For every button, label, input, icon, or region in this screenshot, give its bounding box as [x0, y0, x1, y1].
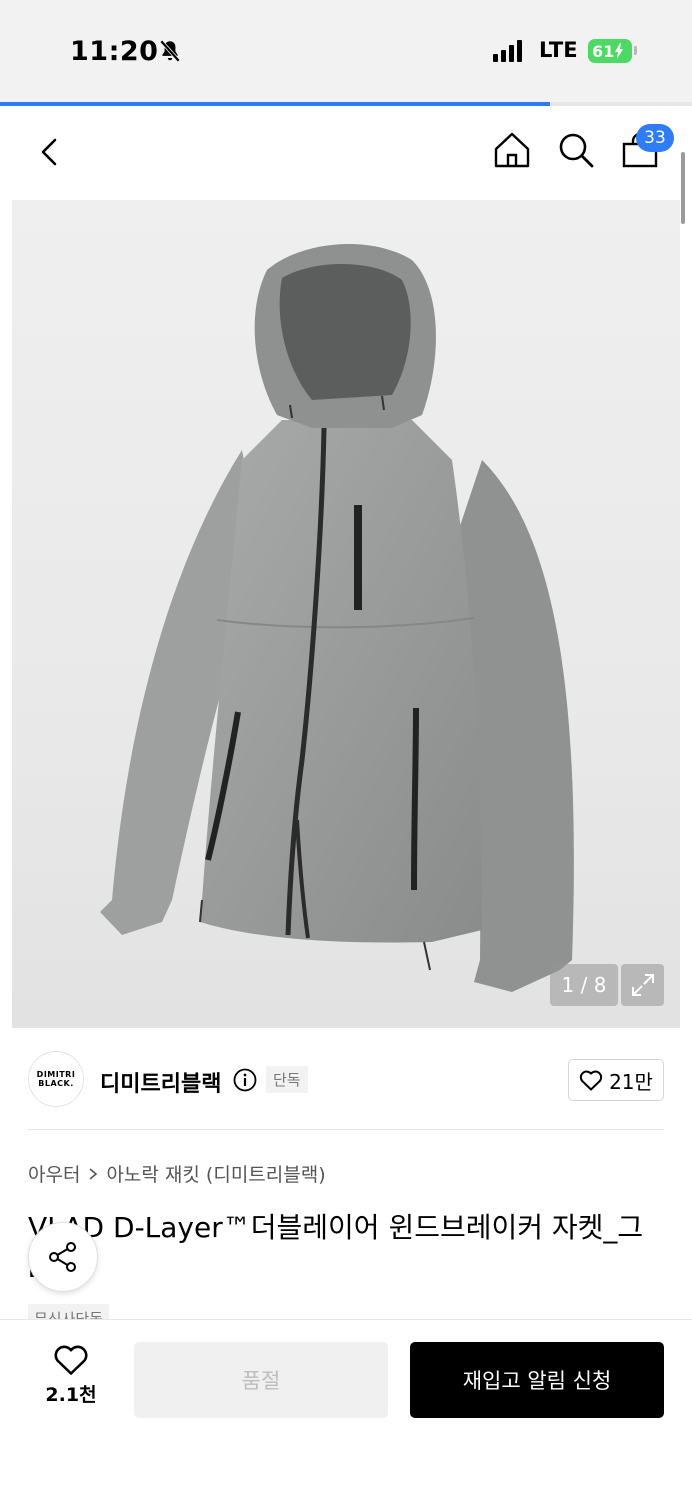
image-counter: 1 / 8 — [550, 964, 618, 1006]
brand-like-count: 21만 — [609, 1069, 653, 1094]
charging-icon — [615, 43, 624, 59]
soldout-button[interactable]: 품절 — [134, 1342, 388, 1418]
divider — [28, 1129, 664, 1130]
scrollbar[interactable] — [681, 152, 685, 224]
expand-icon — [631, 974, 654, 996]
breadcrumb-category[interactable]: 아우터 — [28, 1160, 80, 1187]
brand-logo[interactable]: DIMITRI BLACK. — [28, 1051, 84, 1107]
cart-count-badge: 33 — [636, 124, 674, 152]
expand-image-button[interactable] — [621, 964, 664, 1006]
network-type: LTE — [539, 38, 578, 62]
breadcrumb: 아우터 아노락 재킷 (디미트리블랙) — [28, 1160, 326, 1187]
battery-cap — [634, 46, 637, 55]
back-icon[interactable] — [30, 132, 70, 172]
wishlist-button[interactable]: 2.1천 — [36, 1344, 106, 1414]
search-icon[interactable] — [556, 130, 596, 170]
wishlist-count: 2.1천 — [45, 1384, 97, 1406]
exclusive-badge: 단독 — [266, 1066, 308, 1093]
heart-icon — [579, 1070, 603, 1091]
jacket-image — [100, 243, 574, 992]
restock-alert-button[interactable]: 재입고 알림 신청 — [410, 1342, 664, 1418]
chevron-right-icon — [89, 1167, 98, 1180]
brand-name[interactable]: 디미트리블랙 — [100, 1066, 221, 1098]
product-title: VLAD D-Layer™더블레이어 윈드브레이커 자켓_그레이 — [28, 1211, 644, 1288]
signal-icon — [493, 40, 522, 62]
heart-icon — [54, 1345, 88, 1375]
top-nav — [0, 106, 692, 200]
brand-like-button[interactable]: 21만 — [568, 1059, 664, 1101]
battery-icon: 61 — [588, 39, 632, 63]
brand-logo-line1: DIMITRI — [36, 1070, 76, 1079]
breadcrumb-subcategory[interactable]: 아노락 재킷 (디미트리블랙) — [106, 1160, 325, 1187]
brand-logo-line2: BLACK. — [38, 1079, 74, 1088]
battery-level: 61 — [592, 41, 615, 61]
product-image[interactable] — [12, 200, 680, 1028]
share-button[interactable] — [28, 1222, 98, 1292]
home-icon[interactable] — [492, 130, 532, 170]
share-icon — [49, 1242, 76, 1272]
status-time: 11:20 — [70, 36, 159, 67]
info-icon[interactable] — [233, 1068, 257, 1092]
status-bar: 11:20 LTE 61 — [0, 0, 692, 104]
bell-slash-icon — [159, 39, 181, 63]
